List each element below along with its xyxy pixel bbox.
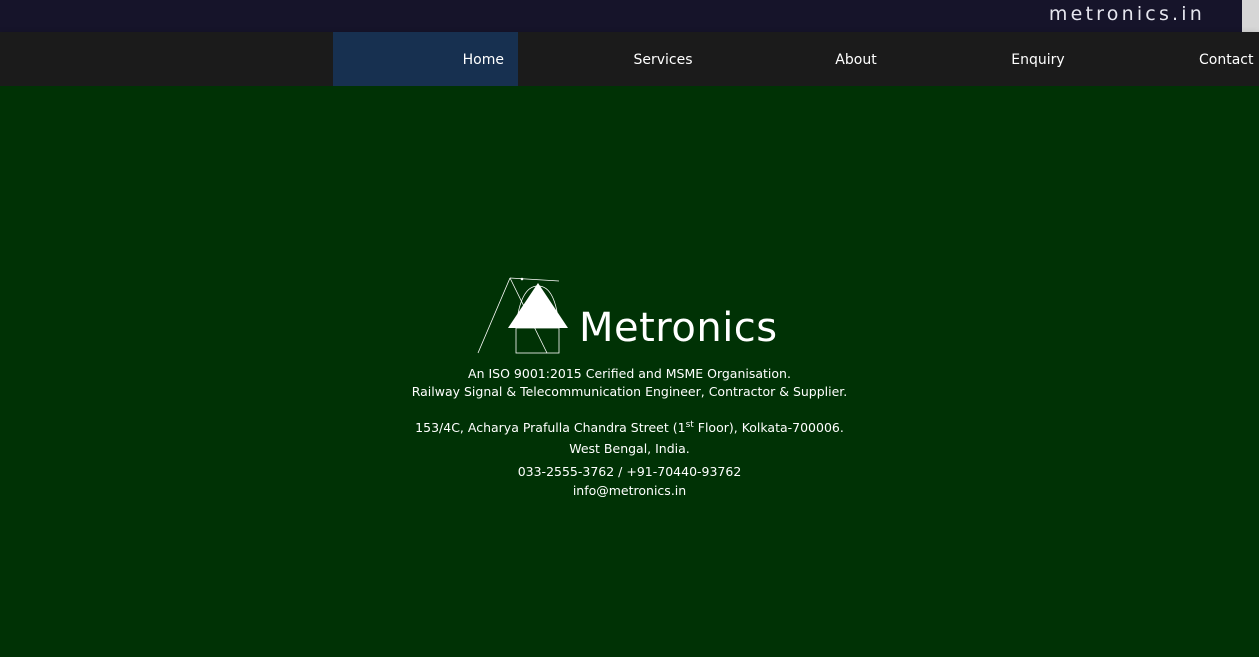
nav-item-about[interactable]: About — [800, 32, 912, 86]
metronics-logo-icon — [477, 277, 568, 354]
nav-item-contact[interactable]: Contact — [1180, 32, 1259, 86]
phone-numbers: 033-2555-3762 / +91-70440-93762 — [517, 464, 742, 479]
address-line-2: West Bengal, India. — [569, 441, 690, 456]
scrollbar-thumb[interactable] — [1242, 0, 1259, 32]
brand-logo: Metronics — [476, 276, 786, 356]
site-name: metronics.in — [1048, 3, 1205, 25]
nav-item-about-label: About — [835, 52, 877, 68]
business-description: Railway Signal & Telecommunication Engin… — [411, 384, 848, 399]
address-floor-suffix: st — [685, 419, 694, 430]
address-line-1: 153/4C, Acharya Prafulla Chandra Street … — [0, 419, 1259, 437]
address-line-1-start: 153/4C, Acharya Prafulla Chandra Street … — [415, 420, 686, 435]
brand-name: Metronics — [579, 305, 778, 351]
hero-section: Metronics An ISO 9001:2015 Cerified and … — [0, 86, 1259, 657]
email-address[interactable]: info@metronics.in — [0, 482, 1259, 500]
nav-item-contact-label: Contact — [1199, 52, 1254, 68]
nav-item-home-label: Home — [462, 52, 504, 68]
nav-item-services-label: Services — [633, 52, 693, 68]
address-line-1-end: Floor), Kolkata-700006. — [693, 420, 844, 435]
nav-item-services[interactable]: Services — [598, 32, 728, 86]
nav-item-enquiry-label: Enquiry — [1011, 52, 1065, 68]
main-nav: Home Services About Enquiry Contact — [0, 32, 1259, 86]
certification-text: An ISO 9001:2015 Cerified and MSME Organ… — [468, 366, 791, 381]
top-bar: metronics.in — [0, 0, 1259, 32]
nav-item-enquiry[interactable]: Enquiry — [985, 32, 1091, 86]
nav-item-home[interactable]: Home — [333, 32, 518, 86]
